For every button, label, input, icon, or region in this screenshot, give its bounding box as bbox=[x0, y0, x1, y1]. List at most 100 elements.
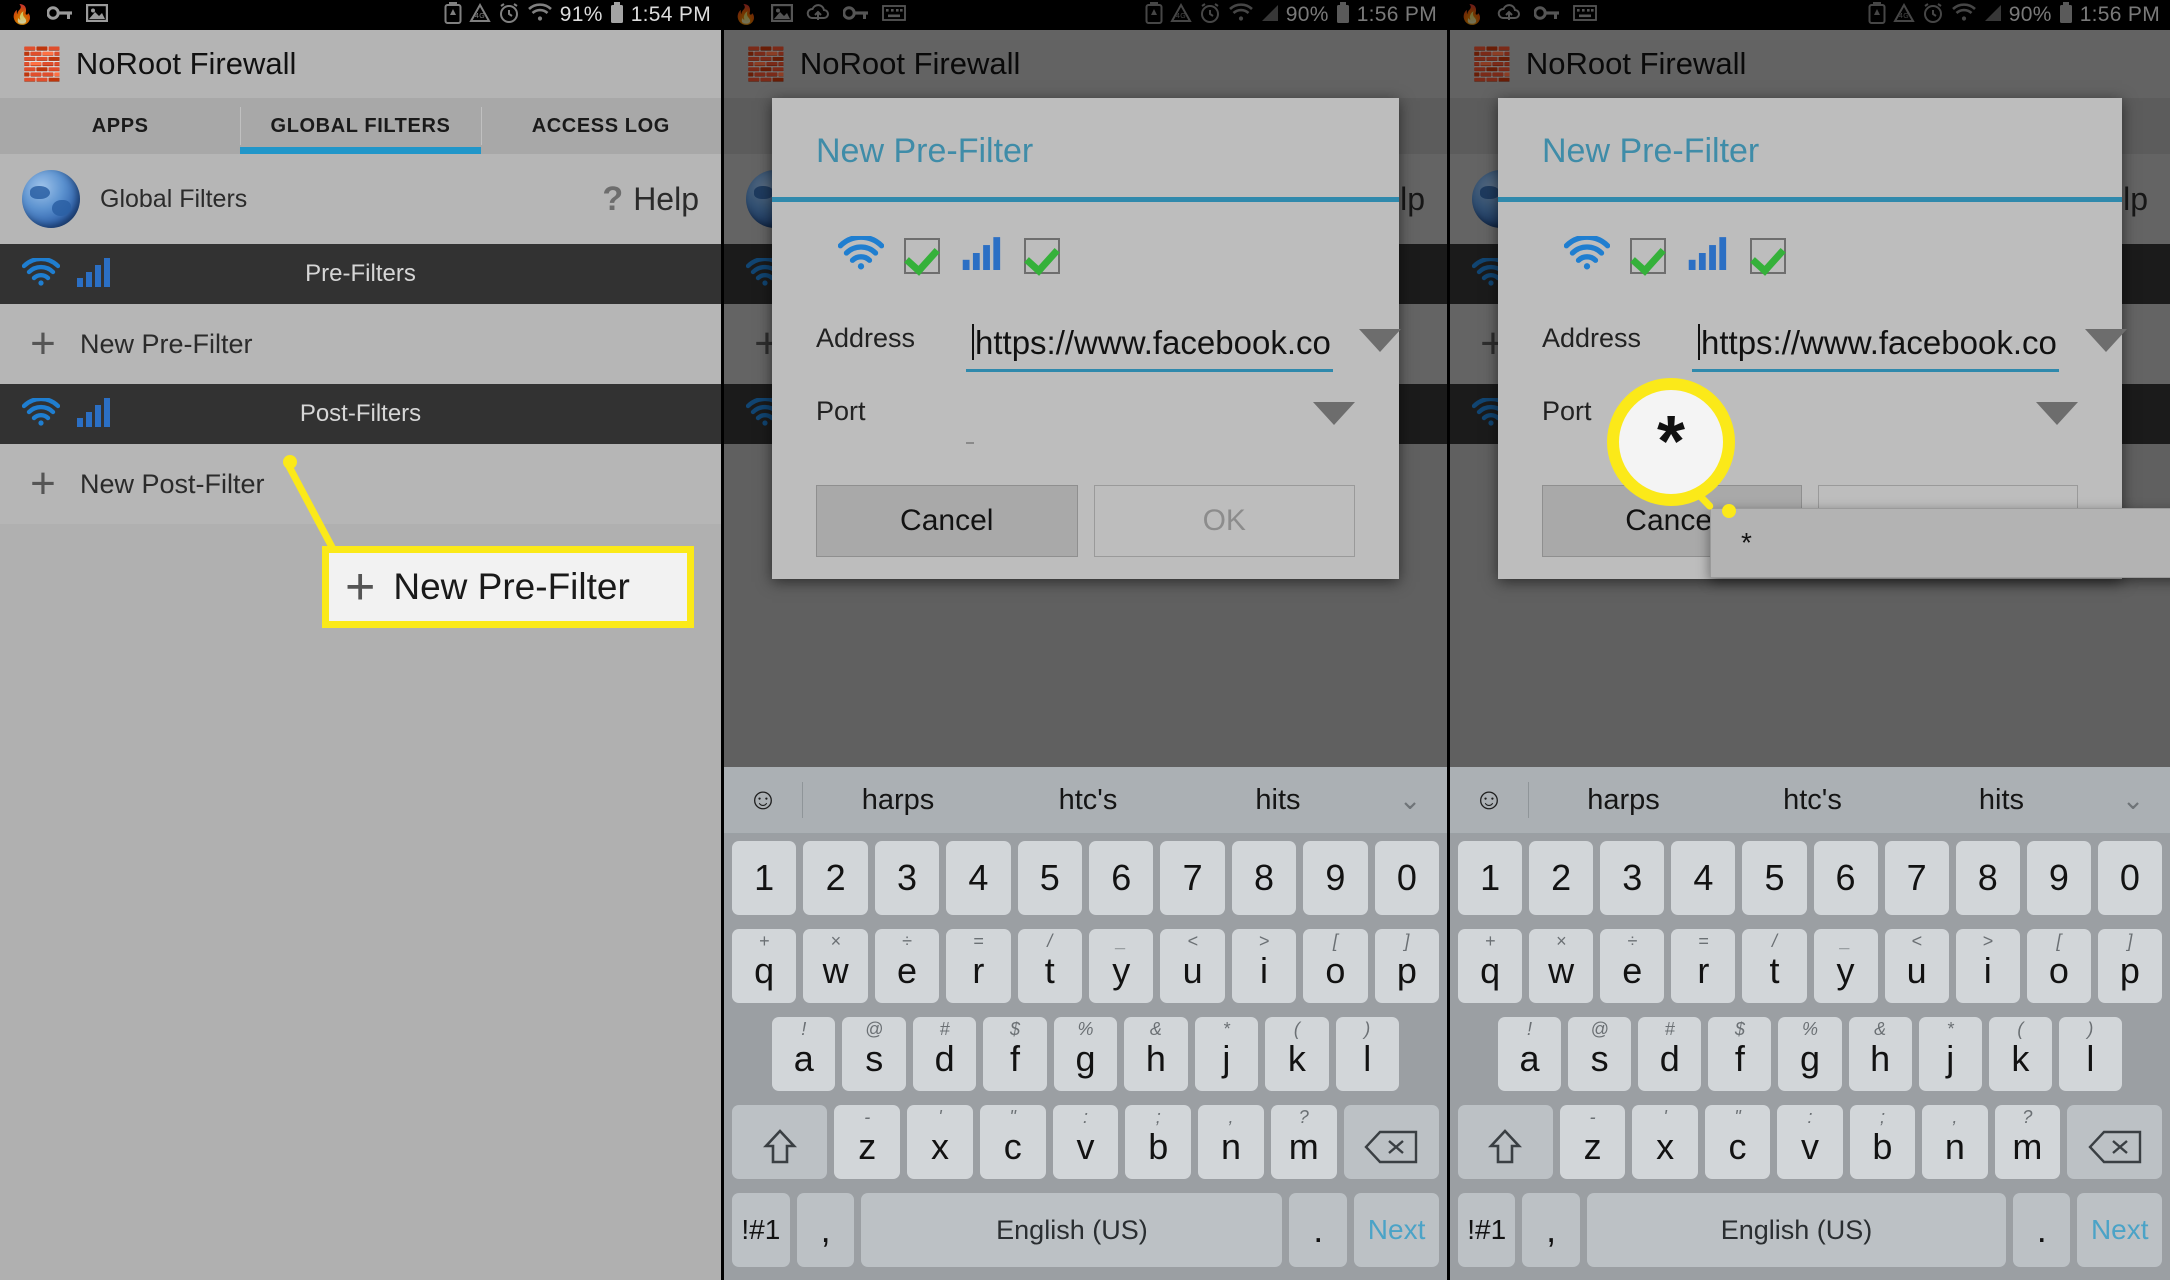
space-key[interactable]: English (US) bbox=[861, 1193, 1283, 1267]
key-z[interactable]: -z bbox=[1559, 1105, 1626, 1179]
key-l[interactable]: ) l bbox=[2058, 1017, 2122, 1091]
shift-icon[interactable] bbox=[1458, 1105, 1553, 1179]
port-dropdown-icon[interactable] bbox=[2036, 402, 2078, 425]
key-k[interactable]: (k bbox=[1988, 1017, 2052, 1091]
key-n[interactable]: ,n bbox=[1922, 1105, 1988, 1179]
suggestion-1[interactable]: htc's bbox=[1718, 784, 1907, 817]
key-z[interactable]: -z bbox=[834, 1105, 901, 1179]
key-5[interactable]: 5 bbox=[1017, 841, 1082, 915]
soft-keyboard-3[interactable]: ☺ harps htc's hits ⌄ 1 2 3 4 5 6 7 8 9 0 bbox=[1450, 767, 2170, 1280]
key-0[interactable]: 0 bbox=[1374, 841, 1440, 915]
address-dropdown-icon[interactable] bbox=[1358, 329, 1401, 352]
key-s[interactable]: @ s bbox=[1568, 1017, 1632, 1091]
key-y[interactable]: _ y bbox=[1813, 929, 1878, 1003]
address-dropdown-icon[interactable] bbox=[2084, 329, 2127, 352]
keyboard-zxcv-row-3[interactable]: -z ' x " c :v ; b ,n ? m bbox=[1450, 1098, 2170, 1186]
backspace-icon[interactable] bbox=[2067, 1105, 2162, 1179]
key-m[interactable]: ? m bbox=[1270, 1105, 1337, 1179]
tab-bar[interactable]: APPS GLOBAL FILTERS ACCESS LOG bbox=[0, 98, 721, 154]
key-5[interactable]: 5 bbox=[1742, 841, 1807, 915]
key-a[interactable]: ! a bbox=[1498, 1017, 1562, 1091]
key-j[interactable]: * j bbox=[1918, 1017, 1982, 1091]
key-3[interactable]: 3 bbox=[874, 841, 940, 915]
period-key[interactable]: . bbox=[1289, 1193, 1348, 1267]
address-input[interactable]: https://www.facebook.co bbox=[1692, 324, 2059, 372]
address-input[interactable]: https://www.facebook.co bbox=[966, 324, 1333, 372]
mobile-data-checkbox[interactable] bbox=[1024, 237, 1060, 274]
key-e[interactable]: ÷ e bbox=[874, 929, 940, 1003]
key-0[interactable]: 0 bbox=[2097, 841, 2162, 915]
key-v[interactable]: :v bbox=[1777, 1105, 1843, 1179]
key-o[interactable]: [o bbox=[2026, 929, 2091, 1003]
key-o[interactable]: [o bbox=[1303, 929, 1368, 1003]
key-h[interactable]: & h bbox=[1124, 1017, 1188, 1091]
symbols-key[interactable]: !#1 bbox=[1458, 1193, 1516, 1267]
soft-keyboard-2[interactable]: ☺ harps htc's hits ⌄ 1 2 3 4 5 6 7 8 9 0 bbox=[724, 767, 1447, 1280]
keyboard-zxcv-row-2[interactable]: -z ' x " c :v ; b ,n ? m bbox=[724, 1098, 1447, 1186]
comma-key[interactable]: , bbox=[1522, 1193, 1580, 1267]
tab-global-filters[interactable]: GLOBAL FILTERS bbox=[240, 98, 481, 154]
key-7[interactable]: 7 bbox=[1884, 841, 1949, 915]
key-k[interactable]: (k bbox=[1265, 1017, 1329, 1091]
key-6[interactable]: 6 bbox=[1813, 841, 1878, 915]
chevron-down-icon[interactable]: ⌄ bbox=[1373, 785, 1447, 816]
emoji-smiley-icon[interactable]: ☺ bbox=[724, 783, 802, 817]
tab-apps[interactable]: APPS bbox=[0, 98, 240, 154]
key-d[interactable]: # d bbox=[1638, 1017, 1702, 1091]
port-input[interactable] bbox=[966, 397, 974, 444]
suggestion-0[interactable]: harps bbox=[803, 784, 993, 817]
keyboard-bottom-row-2[interactable]: !#1 , English (US) . Next bbox=[724, 1186, 1447, 1274]
key-w[interactable]: × w bbox=[803, 929, 868, 1003]
chevron-down-icon[interactable]: ⌄ bbox=[2096, 785, 2170, 816]
key-8[interactable]: 8 bbox=[1231, 841, 1297, 915]
suggestion-1[interactable]: htc's bbox=[993, 784, 1183, 817]
key-4[interactable]: 4 bbox=[1671, 841, 1736, 915]
key-q[interactable]: + q bbox=[731, 929, 797, 1003]
key-g[interactable]: % g bbox=[1778, 1017, 1842, 1091]
backspace-icon[interactable] bbox=[1343, 1105, 1439, 1179]
port-dropdown-popup[interactable]: * bbox=[1710, 508, 2170, 578]
help-button[interactable]: ? Help bbox=[602, 181, 699, 218]
key-l[interactable]: ) l bbox=[1335, 1017, 1399, 1091]
key-u[interactable]: < u bbox=[1884, 929, 1949, 1003]
key-y[interactable]: _ y bbox=[1089, 929, 1154, 1003]
port-dropdown-icon[interactable] bbox=[1313, 402, 1355, 425]
key-f[interactable]: $ f bbox=[1708, 1017, 1772, 1091]
suggestion-strip-3[interactable]: ☺ harps htc's hits ⌄ bbox=[1450, 767, 2170, 834]
key-u[interactable]: < u bbox=[1160, 929, 1225, 1003]
key-9[interactable]: 9 bbox=[2026, 841, 2091, 915]
keyboard-asdf-row-3[interactable]: ! a @ s # d $ f % g & h * j (k ) l bbox=[1450, 1010, 2170, 1098]
keyboard-bottom-row-3[interactable]: !#1 , English (US) . Next bbox=[1450, 1186, 2170, 1274]
new-post-filter-row[interactable]: + New Post-Filter bbox=[0, 444, 721, 524]
key-j[interactable]: * j bbox=[1194, 1017, 1259, 1091]
next-key[interactable]: Next bbox=[2077, 1193, 2162, 1267]
keyboard-qwerty-row-2[interactable]: + q × w ÷ e = r / t _ y < u > i [o ] p bbox=[724, 922, 1447, 1010]
key-x[interactable]: ' x bbox=[1632, 1105, 1698, 1179]
key-d[interactable]: # d bbox=[912, 1017, 977, 1091]
key-1[interactable]: 1 bbox=[731, 841, 797, 915]
key-i[interactable]: > i bbox=[1231, 929, 1297, 1003]
key-w[interactable]: × w bbox=[1529, 929, 1594, 1003]
key-6[interactable]: 6 bbox=[1089, 841, 1154, 915]
key-i[interactable]: > i bbox=[1955, 929, 2020, 1003]
key-c[interactable]: " c bbox=[979, 1105, 1046, 1179]
key-8[interactable]: 8 bbox=[1955, 841, 2020, 915]
suggestion-0[interactable]: harps bbox=[1529, 784, 1718, 817]
key-n[interactable]: ,n bbox=[1198, 1105, 1264, 1179]
comma-key[interactable]: , bbox=[796, 1193, 855, 1267]
emoji-smiley-icon[interactable]: ☺ bbox=[1450, 783, 1528, 817]
keyboard-number-row-3[interactable]: 1 2 3 4 5 6 7 8 9 0 bbox=[1450, 834, 2170, 922]
shift-icon[interactable] bbox=[732, 1105, 828, 1179]
key-t[interactable]: / t bbox=[1017, 929, 1082, 1003]
new-pre-filter-row[interactable]: + New Pre-Filter bbox=[0, 304, 721, 384]
keyboard-qwerty-row-3[interactable]: + q × w ÷ e = r / t _ y < u > i [o ] p bbox=[1450, 922, 2170, 1010]
space-key[interactable]: English (US) bbox=[1586, 1193, 2007, 1267]
key-3[interactable]: 3 bbox=[1600, 841, 1665, 915]
suggestion-2[interactable]: hits bbox=[1183, 784, 1373, 817]
key-2[interactable]: 2 bbox=[803, 841, 868, 915]
key-p[interactable]: ] p bbox=[2097, 929, 2162, 1003]
key-q[interactable]: + q bbox=[1458, 929, 1523, 1003]
key-p[interactable]: ] p bbox=[1374, 929, 1440, 1003]
key-g[interactable]: % g bbox=[1053, 1017, 1118, 1091]
key-e[interactable]: ÷ e bbox=[1600, 929, 1665, 1003]
